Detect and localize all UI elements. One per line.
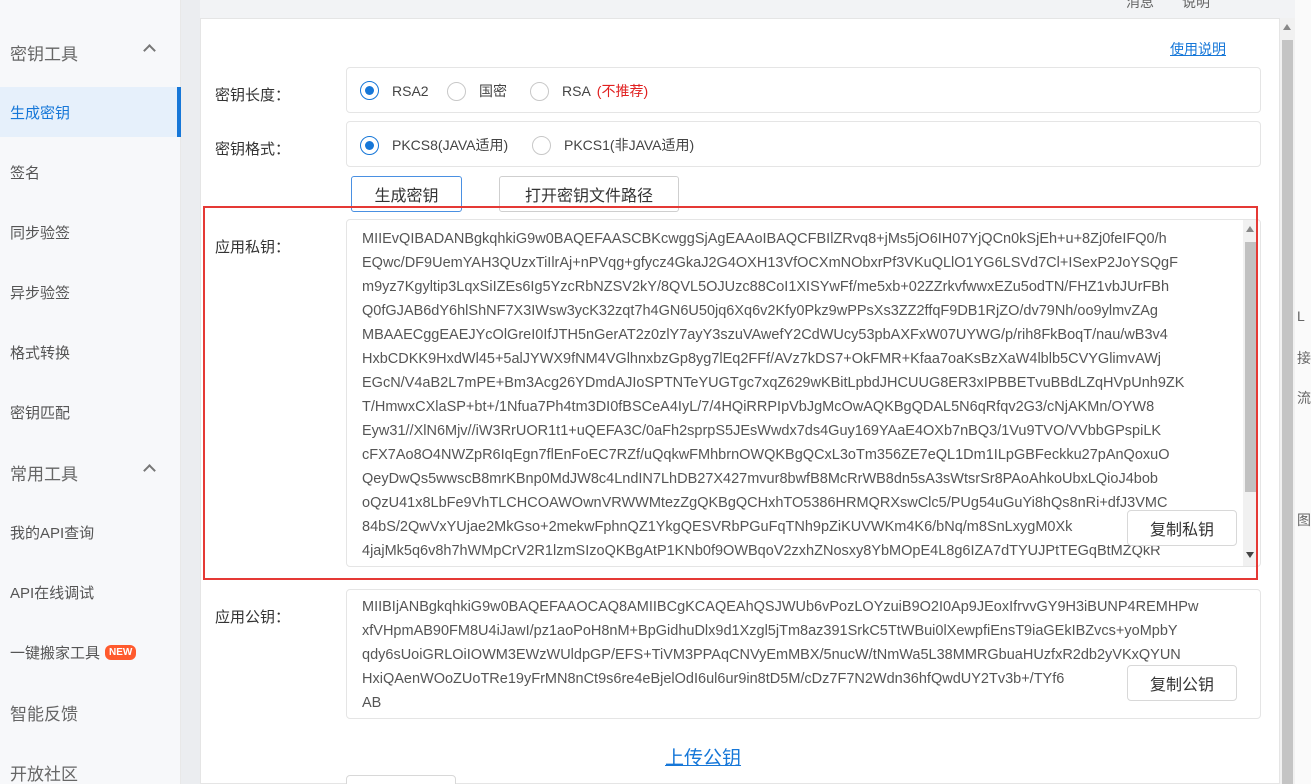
sliver-char: 流 bbox=[1297, 390, 1311, 406]
radio-checked-icon bbox=[360, 135, 379, 155]
right-sliver: L 接 流 图 bbox=[1295, 0, 1311, 784]
key-line: xfVHpmAB90FM8U4iJawI/pz1aoPoH8nM+BpGidhu… bbox=[362, 623, 1178, 639]
sidebar: 密钥工具 生成密钥 签名 同步验签 异步验签 格式转换 密钥匹配 常用工具 我的… bbox=[0, 0, 181, 784]
chevron-up-icon bbox=[143, 464, 156, 477]
sidebar-item-community[interactable]: 开放社区 bbox=[0, 747, 181, 784]
scroll-thumb[interactable] bbox=[1282, 40, 1293, 784]
sidebar-item-migration-tool[interactable]: 一键搬家工具 NEW bbox=[0, 627, 181, 677]
sidebar-item-format-convert[interactable]: 格式转换 bbox=[0, 327, 181, 377]
key-line: MIIBIjANBgkqhkiG9w0BAQEFAAOCAQ8AMIIBCgKC… bbox=[362, 599, 1199, 615]
new-badge: NEW bbox=[105, 644, 137, 660]
radio-label: RSA bbox=[562, 83, 591, 99]
public-key-label: 应用公钥： bbox=[215, 609, 291, 626]
page-scrollbar[interactable] bbox=[1280, 18, 1295, 784]
sliver-char: L bbox=[1297, 308, 1305, 324]
copy-public-key-button[interactable]: 复制公钥 bbox=[1127, 665, 1237, 701]
sidebar-item-label: 一键搬家工具 bbox=[10, 644, 101, 662]
radio-sm[interactable]: 国密 bbox=[447, 81, 507, 101]
bottom-button[interactable] bbox=[346, 775, 456, 784]
radio-pkcs8[interactable]: PKCS8(JAVA适用) bbox=[360, 135, 508, 155]
radio-unchecked-icon bbox=[532, 135, 551, 155]
sidebar-item-key-match[interactable]: 密钥匹配 bbox=[0, 387, 181, 437]
sidebar-group-key-tools[interactable]: 密钥工具 bbox=[0, 27, 181, 77]
sidebar-group-common-tools[interactable]: 常用工具 bbox=[0, 447, 181, 497]
sidebar-item-label: 密钥工具 bbox=[10, 44, 78, 64]
sidebar-item-label: 开放社区 bbox=[10, 764, 78, 784]
radio-pkcs1[interactable]: PKCS1(非JAVA适用) bbox=[532, 135, 694, 155]
sidebar-item-label: 我的API查询 bbox=[10, 524, 95, 542]
sidebar-item-generate-key[interactable]: 生成密钥 bbox=[0, 87, 181, 137]
sidebar-item-label: 生成密钥 bbox=[10, 104, 71, 122]
radio-label: PKCS8(JAVA适用) bbox=[392, 137, 509, 153]
sliver-char: 图 bbox=[1297, 512, 1311, 528]
radio-unchecked-icon bbox=[447, 81, 466, 101]
sidebar-item-label: 智能反馈 bbox=[10, 704, 78, 724]
topbar: 消息 说明 bbox=[200, 0, 1311, 18]
sidebar-item-label: 密钥匹配 bbox=[10, 404, 71, 422]
public-key-textarea[interactable]: MIIBIjANBgkqhkiG9w0BAQEFAAOCAQ8AMIIBCgKC… bbox=[346, 589, 1261, 719]
not-recommended-warning: (不推荐) bbox=[596, 83, 649, 99]
radio-label: 国密 bbox=[479, 83, 507, 99]
sidebar-item-label: 异步验签 bbox=[10, 284, 71, 302]
upload-public-key-link[interactable]: 上传公钥 bbox=[665, 743, 741, 770]
sidebar-item-sync-verify[interactable]: 同步验签 bbox=[0, 207, 181, 257]
radio-label: RSA2 bbox=[392, 82, 429, 99]
sidebar-item-label: 签名 bbox=[10, 164, 41, 182]
key-line: AB bbox=[362, 695, 382, 711]
sidebar-item-label: 同步验签 bbox=[10, 224, 71, 242]
sidebar-item-label: 常用工具 bbox=[10, 464, 78, 484]
radio-rsa2[interactable]: RSA2 bbox=[360, 81, 429, 100]
radio-rsa[interactable]: RSA (不推荐) bbox=[530, 81, 648, 101]
top-link-messages[interactable]: 消息 bbox=[1126, 0, 1154, 12]
sidebar-item-my-api[interactable]: 我的API查询 bbox=[0, 507, 181, 557]
sidebar-item-async-verify[interactable]: 异步验签 bbox=[0, 267, 181, 317]
radio-label: PKCS1(非JAVA适用) bbox=[564, 137, 695, 153]
sidebar-item-api-debug[interactable]: API在线调试 bbox=[0, 567, 181, 617]
usage-guide-link[interactable]: 使用说明 bbox=[1170, 39, 1226, 59]
top-link-help[interactable]: 说明 bbox=[1182, 0, 1210, 12]
gutter bbox=[181, 0, 200, 784]
key-length-options: RSA2 国密 RSA (不推荐) bbox=[346, 67, 1261, 113]
sidebar-item-label: 格式转换 bbox=[10, 344, 71, 362]
radio-unchecked-icon bbox=[530, 81, 549, 101]
key-format-label: 密钥格式： bbox=[215, 141, 291, 158]
public-key-text: MIIBIjANBgkqhkiG9w0BAQEFAAOCAQ8AMIIBCgKC… bbox=[362, 595, 1257, 715]
key-line: qdy6sUoiGRLOiIOWM3EWzWUldpGP/EFS+TiVM3PP… bbox=[362, 647, 1181, 663]
key-length-label: 密钥长度： bbox=[215, 87, 291, 104]
highlight-frame bbox=[203, 206, 1258, 580]
chevron-up-icon bbox=[143, 44, 156, 57]
key-line: HxiQAenWOoZUoTRe19yFrMN8nCt9s6re4eBjelOd… bbox=[362, 671, 1065, 687]
radio-checked-icon bbox=[360, 81, 379, 100]
sidebar-item-label: API在线调试 bbox=[10, 584, 95, 602]
key-format-options: PKCS8(JAVA适用) PKCS1(非JAVA适用) bbox=[346, 121, 1261, 167]
sidebar-item-sign[interactable]: 签名 bbox=[0, 147, 181, 197]
sliver-char: 接 bbox=[1297, 350, 1311, 366]
scroll-up-icon[interactable] bbox=[1283, 24, 1291, 30]
sidebar-item-feedback[interactable]: 智能反馈 bbox=[0, 687, 181, 737]
